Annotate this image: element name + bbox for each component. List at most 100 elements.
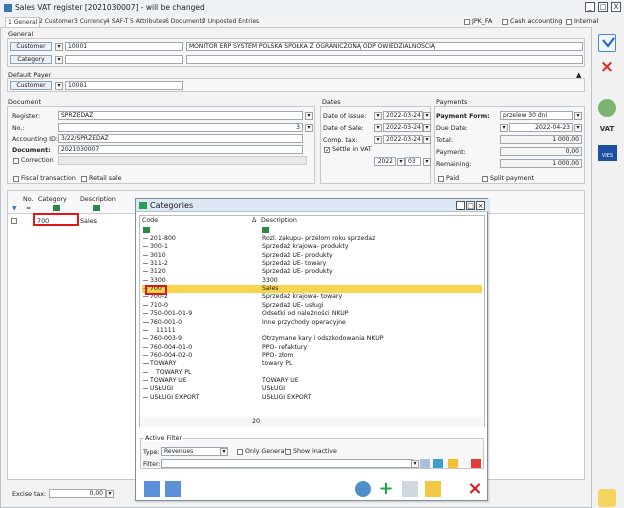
category-row[interactable]: 3120 Sprzedaż UE- produkty [142,268,482,276]
categories-minimize[interactable]: _ [456,201,465,210]
category-row[interactable]: 3300 3300 [142,277,482,285]
close-dialog-icon[interactable]: × [467,480,483,498]
categories-close[interactable]: × [476,201,485,210]
no-spinner[interactable]: ▾ [305,124,313,132]
comp-tax-input[interactable]: 2022-03-24 [383,135,423,144]
category-row[interactable]: USŁUGI USŁUGI [142,385,482,393]
categories-maximize[interactable]: □ [466,201,475,210]
vat-icon[interactable]: VAT [596,125,618,143]
move-down-icon[interactable] [165,481,181,497]
maximize-button[interactable]: □ [598,2,608,12]
refresh-icon[interactable] [355,481,371,497]
comp-tax-dropdown[interactable]: ▾ [374,136,382,144]
general-customer-dropdown[interactable]: ▾ [55,43,63,51]
column-code-header[interactable]: Code [142,217,158,224]
general-customer-code[interactable]: 10001 [65,42,183,51]
grid-filter-icon-green[interactable] [53,205,60,211]
category-code-input[interactable] [65,55,183,64]
code-filter-icon[interactable] [143,227,150,233]
close-button[interactable]: X [611,2,621,12]
category-name-input[interactable] [186,55,583,64]
cancel-icon[interactable]: × [598,58,616,76]
payment-form-dropdown[interactable]: ▾ [574,112,582,120]
category-row[interactable]: 710-0 Sprzedaż UE- usługi [142,302,482,310]
category-row[interactable]: 760-001-0 Inne przychody operacyjne [142,319,482,327]
type-select-dropdown[interactable]: ▾ [220,448,228,456]
category-row[interactable]: TOWARY towary PL [142,360,482,368]
category-row[interactable]: 11111 [142,327,482,335]
retail-sale-checkbox[interactable] [81,176,87,182]
tab-customer[interactable]: 2 Customer [37,17,76,27]
tab-attributes[interactable]: 5 Attributes [128,17,167,27]
paid-checkbox[interactable] [438,176,444,182]
category-row[interactable]: 700 Sales [142,285,482,294]
month-input[interactable]: 03 [405,157,421,166]
date-issue-input[interactable]: 2022-03-24 [383,111,423,120]
category-button[interactable]: Category [10,55,52,64]
tab-unposted-entries[interactable]: 7 Unposted Entries [200,17,261,27]
only-general-checkbox[interactable] [237,449,243,455]
excise-tax-input[interactable]: 0,00 [49,489,106,498]
default-payer-customer-button[interactable]: Customer [10,81,52,90]
fiscal-transaction-checkbox[interactable] [13,176,19,182]
delete-icon[interactable] [425,481,441,497]
filter-apply-icon[interactable] [448,459,458,468]
due-date-spinner[interactable]: ▾ [574,124,582,132]
excise-tax-spinner[interactable]: ▾ [106,490,114,498]
category-row[interactable]: 760-004-01-0 PPO- refaktury [142,344,482,352]
filter-clear-icon[interactable] [471,459,481,468]
register-dropdown[interactable]: ▾ [305,112,313,120]
month-spinner[interactable]: ▾ [423,158,431,166]
gear-icon[interactable] [598,99,616,117]
category-row[interactable]: 201-800 Rozl. zakupu- przelom roku sprzed… [142,235,482,243]
general-customer-name[interactable]: MONITOR ERP SYSTEM POLSKA SPÓŁKA Z OGRAN… [186,42,583,51]
document-input[interactable]: 2021030007 [58,145,303,154]
category-row[interactable]: 760-003-9 Otrzymane kary i odszkodowania … [142,335,482,343]
filter-search-icon[interactable] [433,459,443,468]
split-payment-checkbox[interactable] [482,176,488,182]
add-icon[interactable]: + [378,480,394,498]
filter-equals-icon[interactable]: = [26,205,31,212]
category-row[interactable]: 3010 Sprzedaż UE- produkty [142,252,482,260]
correction-checkbox[interactable] [13,158,19,164]
minimize-button[interactable]: _ [585,2,595,12]
year-spinner[interactable]: ▾ [397,158,405,166]
category-row[interactable]: 311-2 Sprzedaż UE- towary [142,260,482,268]
category-row[interactable]: 300-1 Sprzedaż krajowa- produkty [142,243,482,251]
due-date-dropdown[interactable]: ▾ [500,124,508,132]
description-filter-icon[interactable] [262,227,269,233]
tab-saft[interactable]: 4 SAF-T [104,17,130,27]
edit-icon[interactable] [402,481,418,497]
vies-icon[interactable]: VIES [598,145,617,161]
date-issue-dropdown[interactable]: ▾ [374,112,382,120]
default-payer-code[interactable]: 10001 [65,81,183,90]
category-row[interactable]: 700-2 Sprzedaż krajowa- towary [142,293,482,301]
grid-filter-icon-green-2[interactable] [93,205,100,211]
category-row[interactable]: 750-001-01-9 Odsetki od należności NKUP [142,310,482,318]
tab-general[interactable]: 1 General [5,17,41,27]
no-input[interactable]: 3 [58,123,303,132]
jpk-fa-checkbox[interactable] [464,19,470,25]
category-row[interactable]: TOWARY UE TOWARY UE [142,377,482,385]
column-description-header[interactable]: Description [261,217,297,224]
cash-accounting-checkbox[interactable] [502,19,508,25]
filter-icon[interactable]: ▼ [12,205,17,212]
move-up-icon[interactable] [144,481,160,497]
register-input[interactable]: SPRZEDAŻ [58,111,303,120]
date-sale-input[interactable]: 2022-03-24 [383,123,423,132]
accounting-id-input[interactable]: 3/22/SPRZEDAŻ [58,134,303,143]
show-inactive-checkbox[interactable] [285,449,291,455]
filter-dropdown[interactable]: ▾ [411,460,419,468]
comp-tax-spinner[interactable]: ▾ [423,136,431,144]
category-row[interactable]: 760-004-02-0 PPO- złom [142,352,482,360]
year-input[interactable]: 2022 [374,157,396,166]
internal-checkbox[interactable] [566,19,572,25]
category-row[interactable]: TOWARY PL [142,369,482,377]
tools-icon[interactable] [598,489,616,507]
filter-input[interactable] [161,459,413,468]
category-row[interactable]: USŁUGI EXPORT USŁUGI EXPORT [142,394,482,402]
filter-funnel-icon[interactable] [420,459,430,468]
date-sale-dropdown[interactable]: ▾ [374,124,382,132]
save-document-icon[interactable] [598,34,616,52]
date-sale-spinner[interactable]: ▾ [423,124,431,132]
